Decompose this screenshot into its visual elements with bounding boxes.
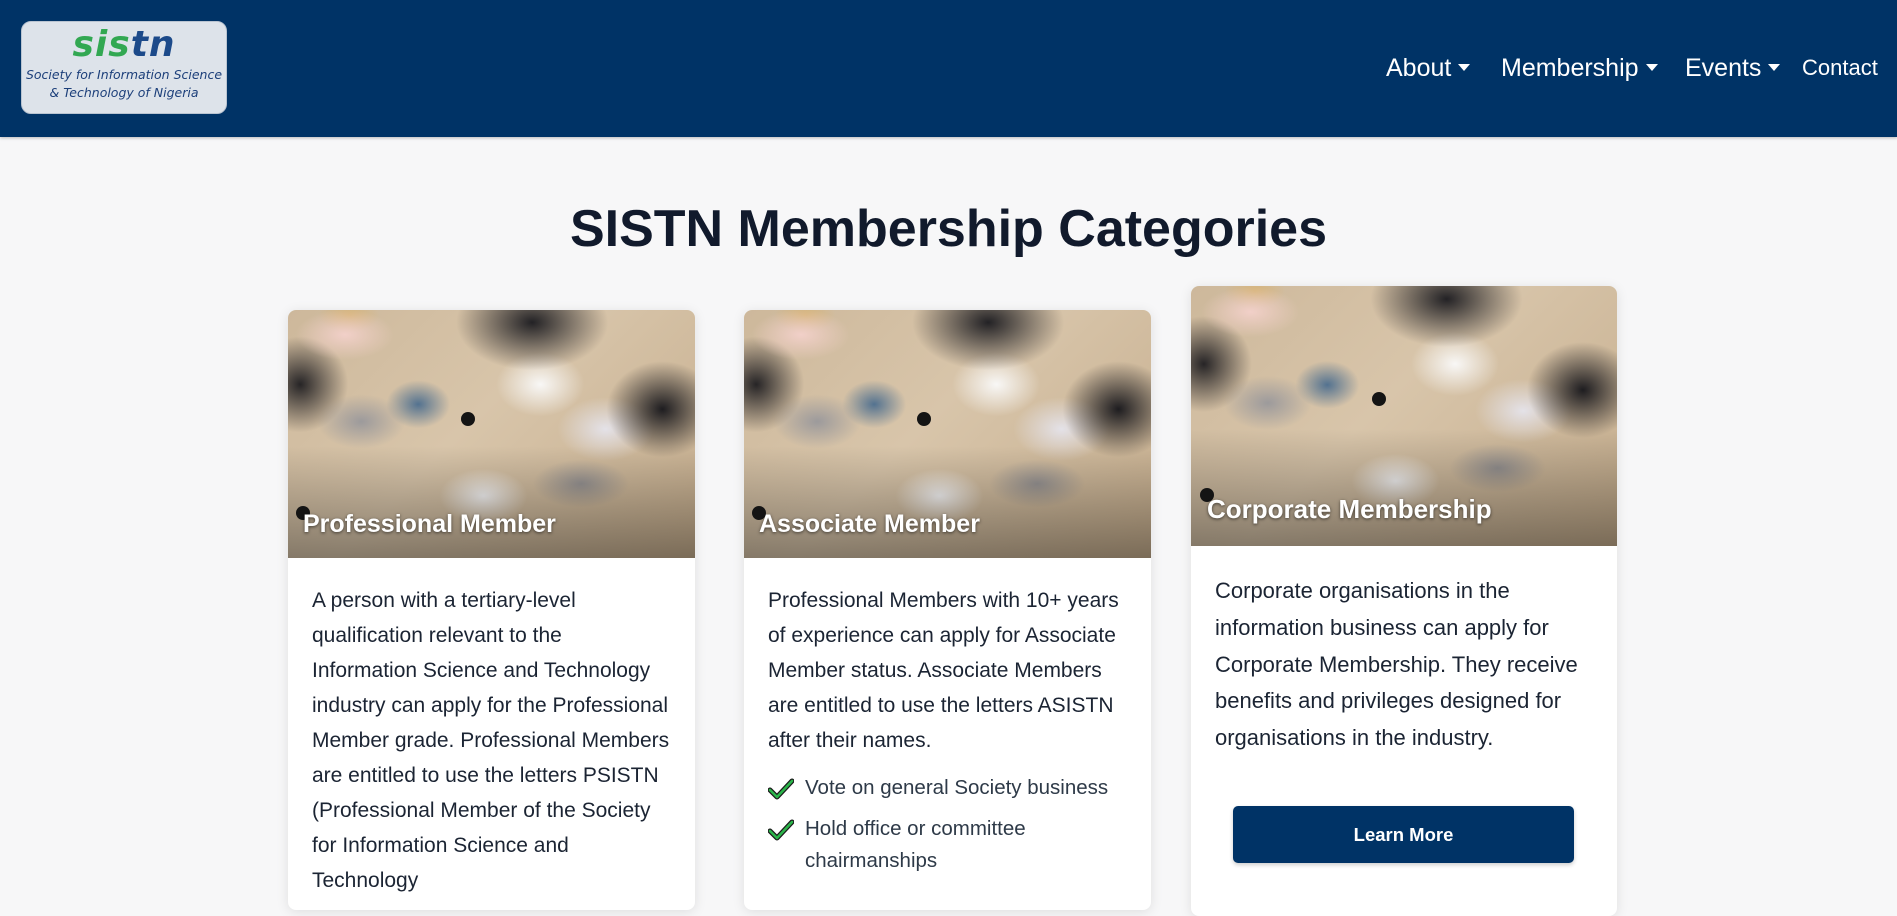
nav-membership[interactable]: Membership (1501, 48, 1658, 88)
benefit-text: Hold office or committee chairmanships (805, 817, 1026, 872)
benefits-list: Vote on general Society business Hold of… (768, 772, 1127, 877)
card-image: Associate Member (744, 310, 1151, 558)
logo-subtitle-line2: & Technology of Nigeria (49, 85, 199, 100)
card-associate-member: Associate Member Professional Members wi… (744, 310, 1151, 910)
card-corporate-membership: Corporate Membership Corporate organisat… (1191, 286, 1617, 916)
site-header: sistn Society for Information Science & … (0, 0, 1897, 137)
site-logo[interactable]: sistn Society for Information Science & … (21, 21, 227, 114)
card-description: Professional Members with 10+ years of e… (768, 589, 1119, 752)
decorative-dot (917, 412, 931, 426)
benefit-text: Vote on general Society business (805, 776, 1109, 799)
nav-about-label: About (1386, 54, 1452, 82)
card-image: Corporate Membership (1191, 286, 1617, 546)
benefit-item: Hold office or committee chairmanships (768, 813, 1127, 877)
learn-more-button[interactable]: Learn More (1233, 806, 1574, 863)
chevron-down-icon (1645, 64, 1658, 71)
card-description: A person with a tertiary-level qualifica… (312, 589, 670, 892)
card-image: Professional Member (288, 310, 695, 558)
benefit-item: Vote on general Society business (768, 772, 1127, 804)
nav-events-label: Events (1685, 54, 1762, 82)
nav-contact[interactable]: Contact (1802, 48, 1878, 88)
decorative-dot (1372, 392, 1386, 406)
chevron-down-icon (1768, 64, 1781, 71)
card-title: Professional Member (303, 510, 556, 538)
card-professional-member: Professional Member A person with a tert… (288, 310, 695, 910)
nav-events[interactable]: Events (1685, 48, 1781, 88)
card-description: Corporate organisations in the informati… (1215, 578, 1578, 751)
checkmark-icon (768, 819, 794, 841)
card-body: Professional Members with 10+ years of e… (768, 583, 1127, 886)
checkmark-icon (768, 778, 794, 800)
card-body: A person with a tertiary-level qualifica… (312, 583, 671, 898)
chevron-down-icon (1458, 64, 1471, 71)
nav-membership-label: Membership (1501, 54, 1639, 82)
card-title: Corporate Membership (1207, 494, 1492, 524)
nav-contact-label: Contact (1802, 55, 1878, 80)
card-body: Corporate organisations in the informati… (1215, 573, 1593, 757)
logo-subtitle-line1: Society for Information Science (25, 67, 223, 82)
decorative-dot (461, 412, 475, 426)
page-title: SISTN Membership Categories (569, 200, 1328, 258)
nav-about[interactable]: About (1386, 48, 1471, 88)
card-title: Associate Member (759, 510, 980, 538)
logo-mark: sistn (72, 24, 176, 65)
